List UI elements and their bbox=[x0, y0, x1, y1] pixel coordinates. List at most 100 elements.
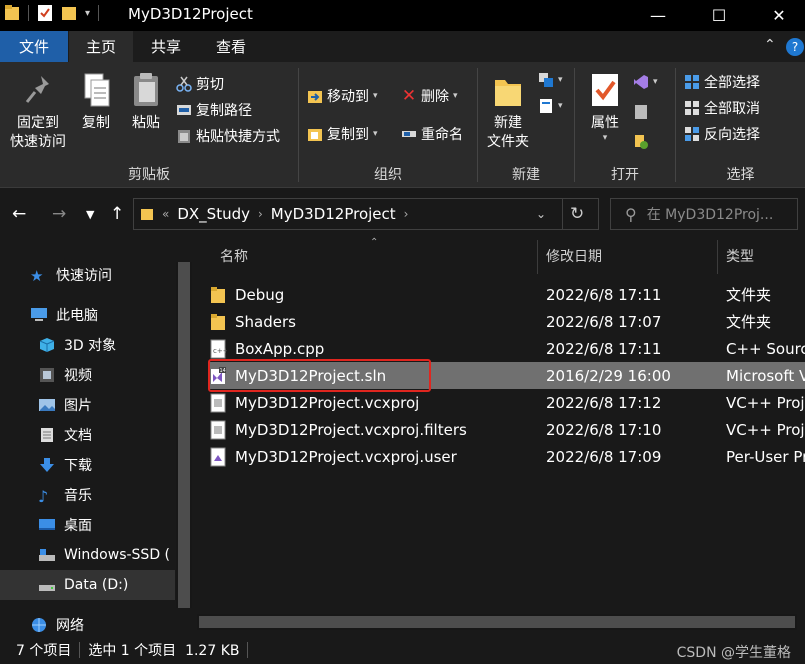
maximize-button[interactable]: ☐ bbox=[690, 0, 748, 31]
download-icon bbox=[40, 458, 54, 472]
help-icon[interactable]: ? bbox=[786, 38, 804, 56]
copy-path-button[interactable]: 复制路径 bbox=[176, 100, 252, 120]
divider bbox=[562, 199, 563, 229]
copy-path-icon bbox=[177, 105, 191, 115]
file-row-shaders[interactable]: Shaders 2022/6/8 17:07 文件夹 bbox=[209, 308, 805, 335]
search-box[interactable]: ⚲ 在 MyD3D12Proj... bbox=[610, 198, 798, 230]
breadcrumb-item[interactable]: MyD3D12Project bbox=[271, 205, 396, 223]
copy-to-button[interactable]: 复制到 ▾ bbox=[307, 124, 378, 144]
dropdown-arrow-icon: ▾ bbox=[373, 129, 378, 139]
customize-qat-icon[interactable]: ▾ bbox=[85, 8, 90, 19]
minimize-button[interactable]: — bbox=[629, 0, 687, 31]
svg-text:c++: c++ bbox=[213, 347, 227, 355]
nav-item-downloads[interactable]: 下载 bbox=[0, 450, 175, 480]
copy-button[interactable]: 复制 bbox=[74, 70, 118, 133]
chevron-right-icon[interactable]: › bbox=[404, 207, 409, 221]
folder-icon bbox=[211, 286, 225, 303]
nav-item-windows-ssd[interactable]: Windows-SSD ( bbox=[0, 540, 175, 570]
up-arrow-icon[interactable]: ↑ bbox=[110, 204, 124, 224]
nav-item-pictures[interactable]: 图片 bbox=[0, 390, 175, 420]
paste-shortcut-button[interactable]: 粘贴快捷方式 bbox=[176, 126, 280, 146]
nav-item-documents[interactable]: 文档 bbox=[0, 420, 175, 450]
new-group-label: 新建 bbox=[512, 167, 540, 183]
properties-icon[interactable] bbox=[37, 4, 53, 22]
nav-item-3d-objects[interactable]: 3D 对象 bbox=[0, 330, 175, 360]
select-none-button[interactable]: 全部取消 bbox=[684, 98, 760, 118]
address-bar[interactable]: « DX_Study › MyD3D12Project › ⌄ ↻ bbox=[133, 198, 599, 230]
nav-item-label: 3D 对象 bbox=[64, 338, 117, 354]
file-row-debug[interactable]: Debug 2022/6/8 17:11 文件夹 bbox=[209, 281, 805, 308]
scrollbar-thumb[interactable] bbox=[199, 616, 795, 628]
nav-item-this-pc[interactable]: 此电脑 bbox=[0, 300, 175, 330]
pin-label-2: 快速访问 bbox=[10, 134, 66, 150]
divider[interactable] bbox=[537, 240, 538, 274]
tab-home[interactable]: 主页 bbox=[69, 31, 133, 62]
file-date: 2022/6/8 17:09 bbox=[546, 447, 662, 466]
vcxproj-file-icon bbox=[210, 393, 226, 412]
delete-button[interactable]: ✕ 删除 ▾ bbox=[401, 86, 458, 106]
nav-item-data-d[interactable]: Data (D:) bbox=[0, 570, 175, 600]
rename-icon bbox=[402, 131, 416, 137]
history-button[interactable] bbox=[633, 134, 649, 150]
open-with-button[interactable]: ▾ bbox=[633, 74, 658, 90]
new-folder-icon[interactable] bbox=[61, 4, 77, 22]
music-icon: ♪ bbox=[38, 487, 49, 506]
nav-item-label: 视频 bbox=[64, 368, 92, 384]
chevron-right-icon[interactable]: › bbox=[258, 207, 263, 221]
file-row-vcxproj-filters[interactable]: MyD3D12Project.vcxproj.filters 2022/6/8 … bbox=[209, 416, 805, 443]
move-to-button[interactable]: 移动到 ▾ bbox=[307, 86, 378, 106]
collapse-ribbon-icon[interactable]: ⌃ bbox=[764, 37, 776, 53]
tab-file[interactable]: 文件 bbox=[0, 31, 68, 62]
new-item-button[interactable]: ▾ bbox=[538, 72, 563, 88]
clipboard-group: 固定到 快速访问 复制 粘贴 剪切 复制路径 粘贴快捷方式 剪贴板 bbox=[0, 62, 298, 188]
column-header-date[interactable]: 修改日期 bbox=[546, 246, 602, 266]
rename-button[interactable]: 重命名 bbox=[401, 124, 463, 144]
file-row-vcxproj[interactable]: MyD3D12Project.vcxproj 2022/6/8 17:12 VC… bbox=[209, 389, 805, 416]
nav-item-desktop[interactable]: 桌面 bbox=[0, 510, 175, 540]
breadcrumb-item[interactable]: DX_Study bbox=[177, 205, 250, 223]
file-row-vcxproj-user[interactable]: MyD3D12Project.vcxproj.user 2022/6/8 17:… bbox=[209, 443, 805, 470]
cut-button[interactable]: 剪切 bbox=[176, 74, 224, 94]
file-type: Per-User Pr bbox=[726, 447, 805, 466]
nav-item-videos[interactable]: 视频 bbox=[0, 360, 175, 390]
tab-share[interactable]: 共享 bbox=[136, 31, 196, 62]
recent-locations-icon[interactable]: ▼ bbox=[86, 208, 94, 221]
invert-selection-button[interactable]: 反向选择 bbox=[684, 124, 760, 144]
properties-button[interactable]: 属性 ▾ bbox=[585, 70, 625, 143]
forward-arrow-icon[interactable]: → bbox=[52, 204, 66, 224]
divider[interactable] bbox=[717, 240, 718, 274]
nav-pane-scrollbar[interactable] bbox=[176, 262, 192, 608]
delete-label: 删除 bbox=[421, 89, 449, 105]
overflow-chevron[interactable]: « bbox=[162, 207, 169, 221]
picture-icon bbox=[39, 399, 55, 411]
column-header-type[interactable]: 类型 bbox=[726, 246, 754, 266]
file-type: 文件夹 bbox=[726, 313, 772, 331]
nav-item-label: 网络 bbox=[56, 618, 84, 634]
delete-icon: ✕ bbox=[401, 86, 417, 106]
new-folder-button[interactable]: 新建 文件夹 bbox=[484, 70, 532, 152]
paste-button[interactable]: 粘贴 bbox=[124, 70, 168, 133]
file-date: 2022/6/8 17:11 bbox=[546, 339, 662, 358]
tab-view[interactable]: 查看 bbox=[200, 31, 262, 62]
dropdown-arrow-icon: ▾ bbox=[373, 91, 378, 101]
file-row-boxapp-cpp[interactable]: c++ BoxApp.cpp 2022/6/8 17:11 C++ Sourc bbox=[209, 335, 805, 362]
nav-item-quick-access[interactable]: ★ 快速访问 bbox=[0, 260, 175, 290]
column-header-name[interactable]: 名称 bbox=[220, 246, 248, 266]
address-history-dropdown-icon[interactable]: ⌄ bbox=[536, 207, 546, 221]
scrollbar-thumb[interactable] bbox=[178, 262, 190, 608]
rename-label: 重命名 bbox=[421, 127, 463, 143]
refresh-icon[interactable]: ↻ bbox=[570, 204, 584, 224]
folder-icon bbox=[5, 5, 19, 20]
select-all-button[interactable]: 全部选择 bbox=[684, 72, 760, 92]
edit-button[interactable] bbox=[633, 104, 649, 120]
nav-item-music[interactable]: ♪ 音乐 bbox=[0, 480, 175, 510]
easy-access-button[interactable]: ▾ bbox=[538, 98, 563, 114]
visual-studio-icon bbox=[634, 75, 648, 89]
folder-icon bbox=[211, 313, 225, 330]
horizontal-scrollbar[interactable] bbox=[197, 614, 797, 630]
close-button[interactable]: ✕ bbox=[750, 0, 805, 31]
pin-to-quick-access-button[interactable]: 固定到 快速访问 bbox=[6, 70, 70, 152]
nav-item-label: 下载 bbox=[64, 458, 92, 474]
back-arrow-icon[interactable]: ← bbox=[12, 204, 26, 224]
open-group-label: 打开 bbox=[611, 167, 639, 183]
